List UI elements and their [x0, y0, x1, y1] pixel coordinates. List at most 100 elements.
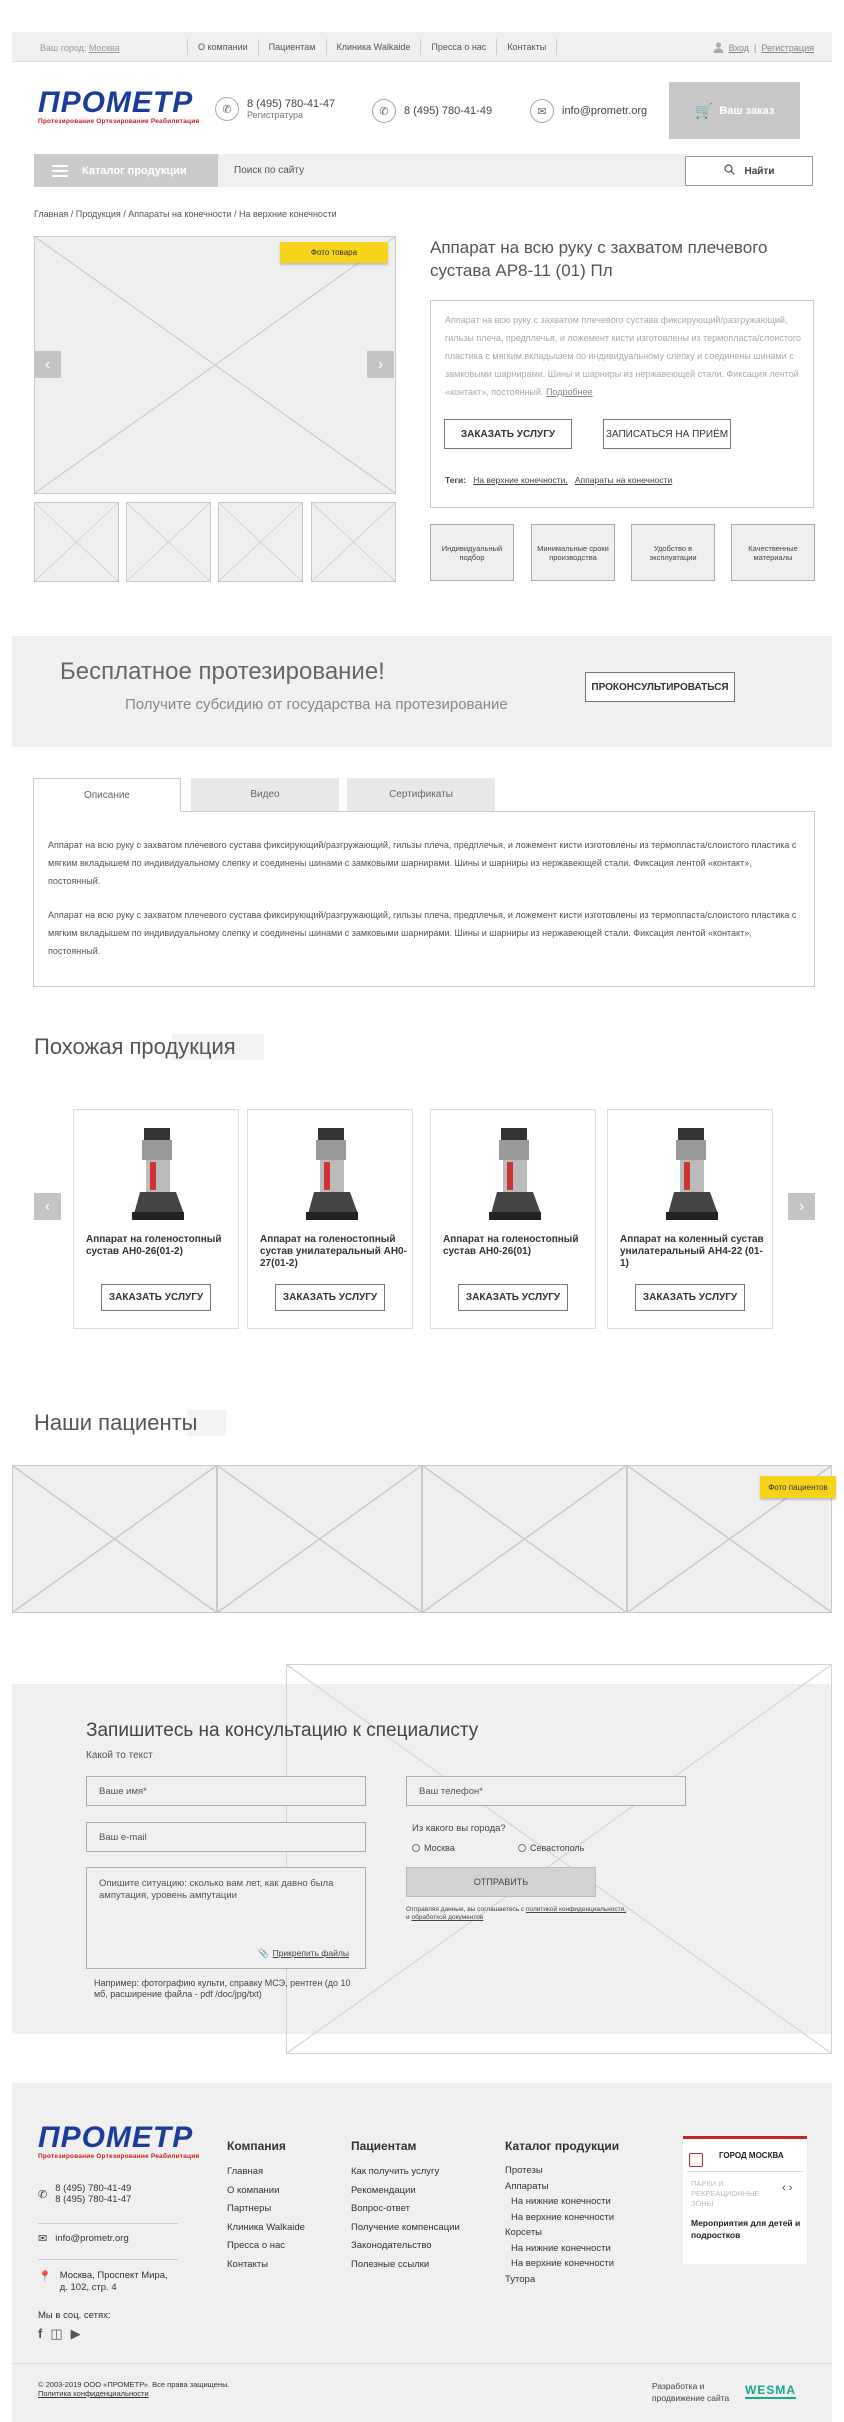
attach-files-link[interactable]: 📎 Прикрепить файлы	[258, 1948, 349, 1959]
location-pin-icon: 📍	[38, 2271, 52, 2283]
consent-text: Отправляя данные, вы соглашаетесь с поли…	[406, 1906, 627, 1921]
carousel-prev-button[interactable]: ‹	[34, 1193, 61, 1220]
footer-link[interactable]: Протезы	[505, 2163, 619, 2179]
footer-link[interactable]: Получение компенсации	[351, 2219, 460, 2238]
footer-col-company: Компания Главная О компании Партнеры Кли…	[227, 2139, 305, 2274]
thumbnail[interactable]	[126, 502, 211, 582]
more-link[interactable]: Подробнее	[546, 387, 593, 397]
search-button[interactable]: Найти	[685, 156, 813, 186]
thumbnail[interactable]	[218, 502, 303, 582]
copyright: © 2003-2019 ООО «ПРОМЕТР». Все права защ…	[38, 2380, 230, 2398]
city-widget[interactable]: ГОРОД МОСКВА ПАРКИ И РЕКРЕАЦИОННЫЕ ЗОНЫ …	[683, 2136, 807, 2264]
product-card[interactable]: Аппарат на голеностопный сустав АН0-26(0…	[430, 1109, 596, 1329]
footer-link[interactable]: О компании	[227, 2182, 305, 2201]
breadcrumb[interactable]: Главная / Продукция / Аппараты на конечн…	[34, 209, 337, 219]
tab-video[interactable]: Видео	[191, 778, 339, 811]
product-card[interactable]: Аппарат на голеностопный сустав АН0-26(0…	[73, 1109, 239, 1329]
order-service-button[interactable]: ЗАКАЗАТЬ УСЛУГУ	[275, 1284, 385, 1311]
order-service-button[interactable]: ЗАКАЗАТЬ УСЛУГУ	[458, 1284, 568, 1311]
footer-link[interactable]: Полезные ссылки	[351, 2256, 460, 2275]
tag-link[interactable]: На верхние конечности,	[473, 475, 568, 485]
youtube-icon[interactable]: ▶	[71, 2326, 81, 2342]
search-input[interactable]: Поиск по сайту	[218, 154, 685, 187]
carousel-next-button[interactable]: ›	[788, 1193, 815, 1220]
auth-links: Вход | Регистрация	[713, 42, 814, 53]
name-field[interactable]: Ваше имя*	[86, 1776, 366, 1806]
footer-link[interactable]: Контакты	[227, 2256, 305, 2275]
product-image	[479, 1126, 549, 1226]
tab-description[interactable]: Описание	[33, 778, 181, 812]
order-service-button[interactable]: ЗАКАЗАТЬ УСЛУГУ	[101, 1284, 211, 1311]
footer-email[interactable]: ✉ info@prometr.org	[38, 2223, 178, 2245]
wesma-logo[interactable]: WESMA	[745, 2383, 796, 2399]
submit-button[interactable]: ОТПРАВИТЬ	[406, 1867, 596, 1897]
topnav-item-contacts[interactable]: Контакты	[496, 39, 558, 55]
footer-link[interactable]: На верхние конечности	[505, 2256, 619, 2272]
description-paragraph: Аппарат на всю руку с захватом плечевого…	[48, 840, 797, 886]
footer-link[interactable]: Партнеры	[227, 2200, 305, 2219]
footer-link[interactable]: На верхние конечности	[505, 2210, 619, 2226]
email-block[interactable]: ✉ info@prometr.org	[530, 99, 647, 123]
login-link[interactable]: Вход	[729, 43, 749, 53]
cart-button[interactable]: 🛒 Ваш заказ	[669, 82, 800, 139]
logo[interactable]: ПРОМЕТР Протезирование Ортезирование Реа…	[38, 86, 199, 125]
tag-link[interactable]: Аппараты на конечности	[575, 475, 672, 485]
product-image	[122, 1126, 192, 1226]
footer-link[interactable]: Клиника Walkaide	[227, 2219, 305, 2238]
patient-photo[interactable]	[217, 1465, 422, 1613]
footer-link[interactable]: Тутора	[505, 2272, 619, 2288]
facebook-icon[interactable]: f	[38, 2326, 42, 2342]
mail-icon: ✉	[38, 2233, 48, 2245]
phone-block-2[interactable]: ✆ 8 (495) 780-41-49	[372, 99, 492, 123]
footer-logo[interactable]: ПРОМЕТР Протезирование Ортезирование Реа…	[38, 2121, 199, 2160]
documents-link[interactable]: обработкой документов	[411, 1914, 483, 1921]
consult-button[interactable]: ПРОКОНСУЛЬТИРОВАТЬСЯ	[585, 672, 735, 702]
footer-link[interactable]: На нижние конечности	[505, 2194, 619, 2210]
footer-link[interactable]: Корсеты	[505, 2225, 619, 2241]
product-title: Аппарат на всю руку с захватом плечевого…	[430, 238, 768, 280]
product-card[interactable]: Аппарат на коленный сустав унилатеральны…	[607, 1109, 773, 1329]
footer-link[interactable]: Пресса о нас	[227, 2237, 305, 2256]
city-radio-moscow[interactable]: Москва	[412, 1843, 455, 1853]
tags-row: Теги: На верхние конечности, Аппараты на…	[445, 475, 673, 485]
topnav-item-walkaide[interactable]: Клиника Walkaide	[325, 39, 421, 55]
thumbnail-row	[34, 502, 396, 582]
footer-link[interactable]: На нижние конечности	[505, 2241, 619, 2257]
footer-link[interactable]: Главная	[227, 2163, 305, 2182]
city-question: Из какого вы города?	[412, 1823, 506, 1834]
footer-link[interactable]: Законодательство	[351, 2237, 460, 2256]
footer-link[interactable]: Аппараты	[505, 2179, 619, 2195]
book-appointment-button[interactable]: ЗАПИСАТЬСЯ НА ПРИЁМ	[603, 419, 731, 449]
topnav-item-patients[interactable]: Пациентам	[257, 39, 326, 55]
city-value[interactable]: Москва	[89, 43, 120, 53]
gallery-next-button[interactable]: ›	[367, 351, 394, 378]
patient-photo[interactable]	[12, 1465, 217, 1613]
product-card[interactable]: Аппарат на голеностопный сустав унилатер…	[247, 1109, 413, 1329]
gallery-prev-button[interactable]: ‹	[34, 351, 61, 378]
footer-link[interactable]: Рекомендации	[351, 2182, 460, 2201]
email-field[interactable]: Ваш e-mail	[86, 1822, 366, 1852]
tab-certificates[interactable]: Сертификаты	[347, 778, 495, 811]
privacy-link[interactable]: политикой конфиденциальности,	[526, 1906, 626, 1913]
phone-block-1[interactable]: ✆ 8 (495) 780-41-47 Регистратура	[215, 97, 335, 121]
city-selector[interactable]: Ваш город: Москва	[40, 43, 120, 53]
topnav-item-press[interactable]: Пресса о нас	[420, 39, 496, 55]
footer-address: 📍 Москва, Проспект Мира, д. 102, стр. 4	[38, 2259, 178, 2294]
city-radio-sevastopol[interactable]: Севастополь	[518, 1843, 584, 1853]
instagram-icon[interactable]: ◫	[50, 2326, 62, 2342]
thumbnail[interactable]	[34, 502, 119, 582]
footer-link[interactable]: Как получить услугу	[351, 2163, 460, 2182]
widget-nav-arrows[interactable]: ‹ ›	[782, 2182, 792, 2194]
order-service-button[interactable]: ЗАКАЗАТЬ УСЛУГУ	[635, 1284, 745, 1311]
topnav-item-about[interactable]: О компании	[187, 39, 258, 55]
patient-photo[interactable]	[422, 1465, 627, 1613]
feature-fast-production: Минимальные сроки производства	[531, 524, 615, 581]
register-link[interactable]: Регистрация	[761, 43, 814, 53]
privacy-policy-link[interactable]: Политика конфиденциальности	[38, 2389, 149, 2398]
product-main-image[interactable]	[34, 236, 396, 494]
footer-link[interactable]: Вопрос-ответ	[351, 2200, 460, 2219]
phone-field[interactable]: Ваш телефон*	[406, 1776, 686, 1806]
order-service-button[interactable]: ЗАКАЗАТЬ УСЛУГУ	[444, 419, 572, 449]
thumbnail[interactable]	[311, 502, 396, 582]
footer-phones[interactable]: ✆ 8 (495) 780-41-49 8 (495) 780-41-47	[38, 2183, 131, 2205]
